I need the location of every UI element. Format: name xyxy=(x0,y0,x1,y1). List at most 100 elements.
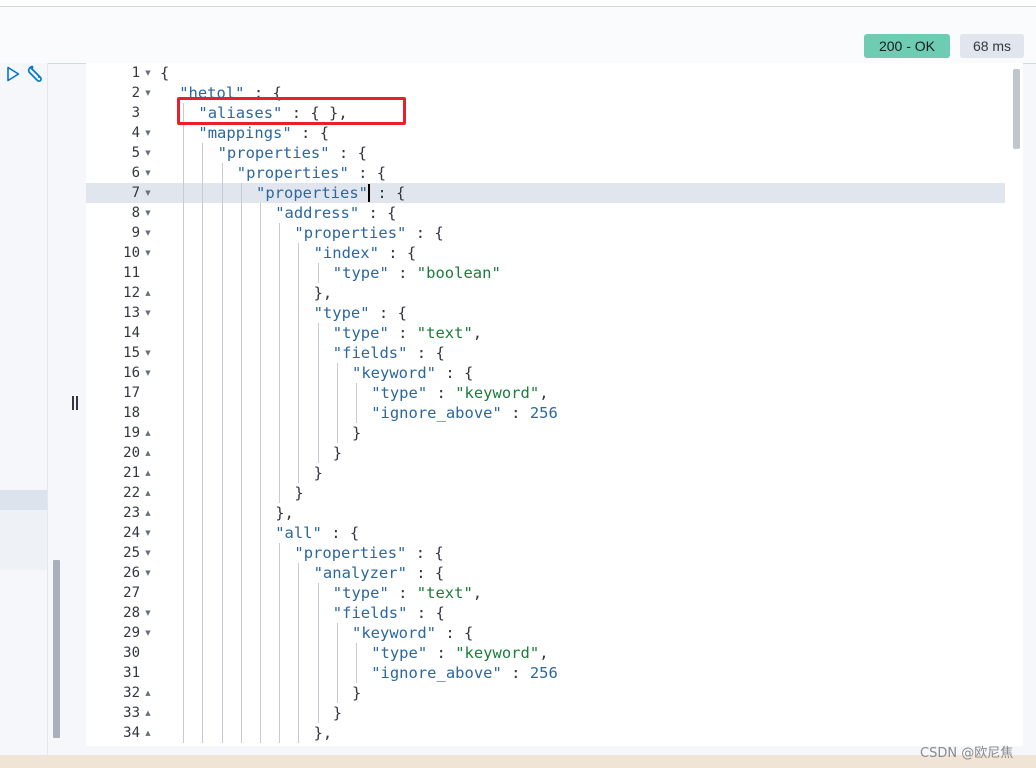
code-line[interactable]: 28 ▼ "fields" : { xyxy=(86,603,1005,623)
code-line[interactable]: 8 ▼ "address" : { xyxy=(86,203,1005,223)
indent-guide xyxy=(279,543,281,743)
code-line[interactable]: 18 "ignore_above" : 256 xyxy=(86,403,1005,423)
code-line[interactable]: 24 ▼ "all" : { xyxy=(86,523,1005,543)
json-punct: , xyxy=(472,324,483,342)
fold-arrow-down-icon[interactable]: ▼ xyxy=(143,343,153,363)
fold-arrow-down-icon[interactable]: ▼ xyxy=(143,123,153,143)
code-line[interactable]: 23 ▲}, xyxy=(86,503,1005,523)
code-line[interactable]: 29 ▼ "keyword" : { xyxy=(86,623,1005,643)
indent-guide xyxy=(336,623,338,703)
code-line[interactable]: 11 "type" : "boolean" xyxy=(86,263,1005,283)
code-text: "ignore_above" : 256 xyxy=(371,663,558,683)
line-number: 17 xyxy=(123,385,140,401)
json-punct: }, xyxy=(313,284,333,302)
json-string-value: "keyword" xyxy=(455,384,540,402)
code-line[interactable]: 13 ▼ "type" : { xyxy=(86,303,1005,323)
request-editor-panel[interactable] xyxy=(0,63,48,755)
fold-arrow-up-icon[interactable]: ▲ xyxy=(143,703,153,723)
indent-guide xyxy=(317,263,319,283)
fold-arrow-up-icon[interactable]: ▲ xyxy=(143,423,153,443)
code-line[interactable]: 16 ▼ "keyword" : { xyxy=(86,363,1005,383)
code-text: } xyxy=(294,483,303,503)
fold-arrow-down-icon[interactable]: ▼ xyxy=(143,143,153,163)
json-key: "type" xyxy=(332,324,389,342)
vertical-scrollbar-track[interactable] xyxy=(1011,63,1023,746)
fold-arrow-down-icon[interactable]: ▼ xyxy=(143,523,153,543)
code-line[interactable]: 33 ▲} xyxy=(86,703,1005,723)
line-number: 12 xyxy=(123,285,140,301)
code-line[interactable]: 14 "type" : "text", xyxy=(86,323,1005,343)
code-line[interactable]: 27 "type" : "text", xyxy=(86,583,1005,603)
line-number: 23 xyxy=(123,505,140,521)
fold-arrow-up-icon[interactable]: ▲ xyxy=(143,683,153,703)
left-panel-scrollbar[interactable] xyxy=(53,560,60,738)
json-punct: } xyxy=(294,484,304,502)
fold-arrow-down-icon[interactable]: ▼ xyxy=(143,243,153,263)
json-key: "properties" xyxy=(294,224,407,242)
fold-arrow-down-icon[interactable]: ▼ xyxy=(143,603,153,623)
fold-arrow-up-icon[interactable]: ▲ xyxy=(143,723,153,743)
code-line[interactable]: 9 ▼ "properties" : { xyxy=(86,223,1005,243)
fold-arrow-down-icon[interactable]: ▼ xyxy=(143,363,153,383)
json-key: "properties" xyxy=(236,164,349,182)
code-line[interactable]: 21 ▲} xyxy=(86,463,1005,483)
json-key: "ignore_above" xyxy=(371,664,502,682)
panel-resize-handle[interactable] xyxy=(72,396,78,410)
fold-arrow-down-icon[interactable]: ▼ xyxy=(143,543,153,563)
code-line[interactable]: 4 ▼ "mappings" : { xyxy=(86,123,1005,143)
line-number: 20 xyxy=(123,445,140,461)
fold-arrow-down-icon[interactable]: ▼ xyxy=(143,83,153,103)
fold-arrow-down-icon[interactable]: ▼ xyxy=(143,203,153,223)
code-line[interactable]: 1 ▼ { xyxy=(86,63,1005,83)
line-number: 4 xyxy=(131,125,140,141)
json-punct: } xyxy=(352,684,362,702)
fold-arrow-down-icon[interactable]: ▼ xyxy=(143,563,153,583)
fold-arrow-down-icon[interactable]: ▼ xyxy=(143,163,153,183)
vertical-scrollbar-thumb[interactable] xyxy=(1013,69,1020,149)
code-text: "mappings" : { xyxy=(198,123,329,143)
fold-arrow-up-icon[interactable]: ▲ xyxy=(143,443,153,463)
line-number: 32 xyxy=(123,685,140,701)
code-line[interactable]: 25 ▼ "properties" : { xyxy=(86,543,1005,563)
line-number: 10 xyxy=(123,245,140,261)
fold-arrow-down-icon[interactable]: ▼ xyxy=(143,223,153,243)
code-line[interactable]: 6 ▼ "properties" : { xyxy=(86,163,1005,183)
fold-arrow-down-icon[interactable]: ▼ xyxy=(143,63,153,83)
line-number: 19 xyxy=(123,425,140,441)
fold-arrow-up-icon[interactable]: ▲ xyxy=(143,283,153,303)
code-line[interactable]: 34 ▲}, xyxy=(86,723,1005,743)
code-line[interactable]: 31 "ignore_above" : 256 xyxy=(86,663,1005,683)
fold-arrow-down-icon[interactable]: ▼ xyxy=(143,623,153,643)
fold-arrow-up-icon[interactable]: ▲ xyxy=(143,463,153,483)
wrench-icon[interactable] xyxy=(26,64,46,84)
code-line[interactable]: 26 ▼ "analyzer" : { xyxy=(86,563,1005,583)
code-line[interactable]: 17 "type" : "keyword", xyxy=(86,383,1005,403)
code-line[interactable]: 30 "type" : "keyword", xyxy=(86,643,1005,663)
line-number: 33 xyxy=(123,705,140,721)
code-line[interactable]: 10 ▼ "index" : { xyxy=(86,243,1005,263)
code-line[interactable]: 22 ▲} xyxy=(86,483,1005,503)
code-line[interactable]: 7 ▼ "properties" : { xyxy=(86,183,1005,203)
code-text: "index" : { xyxy=(314,243,417,263)
json-punct: : { xyxy=(367,184,406,202)
json-key: "type" xyxy=(332,584,389,602)
json-punct: } xyxy=(332,704,343,722)
code-line[interactable]: 32 ▲} xyxy=(86,683,1005,703)
play-icon[interactable] xyxy=(5,66,21,82)
json-punct: : { xyxy=(407,344,445,362)
json-punct: : { xyxy=(329,144,367,162)
json-punct: : { xyxy=(406,224,444,242)
fold-arrow-down-icon[interactable]: ▼ xyxy=(143,183,153,203)
code-line[interactable]: 12 ▲}, xyxy=(86,283,1005,303)
json-key: "address" xyxy=(275,204,360,222)
json-punct: : { xyxy=(348,164,387,182)
code-line[interactable]: 5 ▼ "properties" : { xyxy=(86,143,1005,163)
code-line[interactable]: 20 ▲} xyxy=(86,443,1005,463)
json-punct: : { xyxy=(321,524,360,542)
fold-arrow-down-icon[interactable]: ▼ xyxy=(143,303,153,323)
response-json-viewer[interactable]: 1 ▼{2 ▼ "hetol" : {3 "aliases" : { }, 4 ▼ "mapp… xyxy=(86,63,1021,746)
fold-arrow-up-icon[interactable]: ▲ xyxy=(143,483,153,503)
code-line[interactable]: 15 ▼ "fields" : { xyxy=(86,343,1005,363)
code-line[interactable]: 19 ▲} xyxy=(86,423,1005,443)
fold-arrow-up-icon[interactable]: ▲ xyxy=(143,503,153,523)
